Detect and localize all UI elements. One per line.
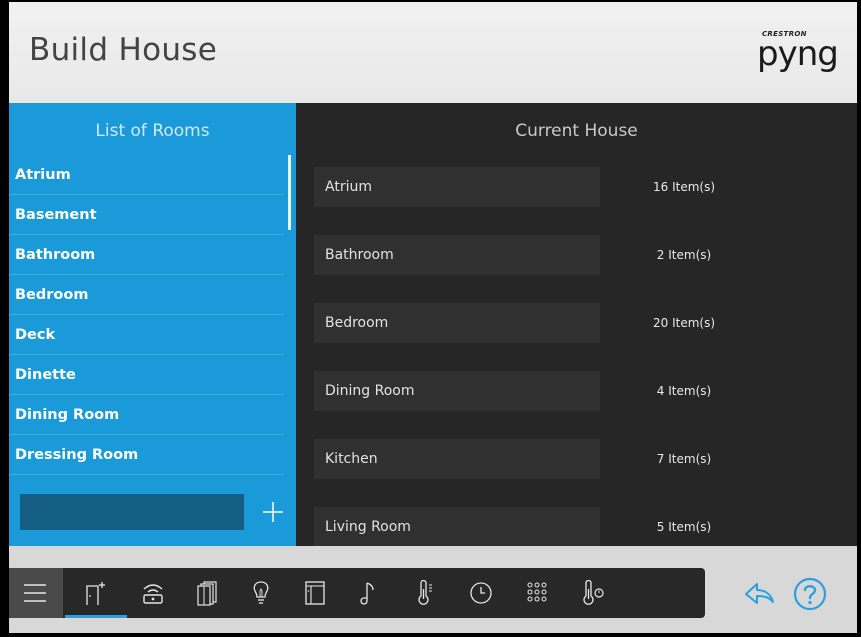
logo-word-text: pyng — [757, 34, 839, 74]
menu-button[interactable] — [9, 568, 63, 618]
back-button[interactable] — [743, 580, 775, 608]
thermometer-icon — [418, 580, 432, 605]
bottom-navigation-bar — [9, 546, 857, 633]
wireless-remote-icon — [143, 584, 163, 604]
room-list-item-dining-room[interactable]: Dining Room — [9, 395, 284, 435]
house-room-item-count: 7 Item(s) — [656, 452, 712, 466]
room-list-item-bathroom[interactable]: Bathroom — [9, 235, 284, 275]
house-room-row[interactable]: Bathroom 2 Item(s) — [314, 235, 857, 275]
help-button[interactable] — [792, 576, 828, 612]
house-room-item-count: 2 Item(s) — [656, 248, 712, 262]
device-frame: Build House CRESTRON pyng List of Rooms … — [0, 0, 861, 637]
clock-icon — [470, 582, 492, 604]
room-list-item-bedroom[interactable]: Bedroom — [9, 275, 284, 315]
house-room-row[interactable]: Bedroom 20 Item(s) — [314, 303, 857, 343]
house-room-name[interactable]: Bedroom — [314, 303, 600, 343]
plus-icon — [263, 502, 283, 522]
room-list-item-deck[interactable]: Deck — [9, 315, 284, 355]
rooms-panel-title: List of Rooms — [95, 121, 210, 141]
active-tab-indicator — [65, 615, 127, 618]
room-list-item-dinette[interactable]: Dinette — [9, 355, 284, 395]
house-panel-title: Current House — [515, 121, 638, 141]
house-room-item-count: 5 Item(s) — [656, 520, 712, 534]
door-icon — [305, 581, 325, 605]
house-room-item-count: 16 Item(s) — [652, 180, 715, 194]
header: Build House CRESTRON pyng — [9, 2, 857, 103]
main-toolbar — [9, 568, 705, 618]
build-house-icon — [86, 582, 105, 605]
shades-button[interactable] — [183, 568, 231, 618]
music-note-icon — [360, 582, 374, 605]
list-of-rooms-panel: List of Rooms Atrium Basement Bathroom B… — [9, 103, 296, 546]
add-room-button[interactable] — [257, 496, 289, 528]
house-room-row[interactable]: Living Room 5 Item(s) — [314, 507, 857, 546]
house-room-row[interactable]: Dining Room 4 Item(s) — [314, 371, 857, 411]
schedule-button[interactable] — [457, 568, 505, 618]
house-room-row[interactable]: Kitchen 7 Item(s) — [314, 439, 857, 479]
keypad-button[interactable] — [513, 568, 561, 618]
lighting-button[interactable] — [237, 568, 285, 618]
house-room-row[interactable]: Atrium 16 Item(s) — [314, 167, 857, 207]
remote-button[interactable] — [129, 568, 177, 618]
menu-icon — [24, 584, 46, 602]
house-room-name[interactable]: Living Room — [314, 507, 600, 546]
current-house-panel: Current House Atrium 16 Item(s) Bathroom… — [296, 103, 857, 546]
room-list-item-atrium[interactable]: Atrium — [9, 155, 284, 195]
room-list-item-basement[interactable]: Basement — [9, 195, 284, 235]
climate-button[interactable] — [401, 568, 449, 618]
room-list-scrollbar[interactable] — [288, 155, 291, 230]
house-room-name[interactable]: Kitchen — [314, 439, 600, 479]
house-room-item-count: 4 Item(s) — [656, 384, 712, 398]
music-button[interactable] — [345, 568, 393, 618]
touch-panel-screen: Build House CRESTRON pyng List of Rooms … — [9, 2, 857, 633]
house-room-name[interactable]: Dining Room — [314, 371, 600, 411]
build-house-button[interactable] — [71, 568, 119, 618]
lightbulb-icon — [253, 581, 269, 604]
keypad-icon — [527, 582, 547, 602]
room-list[interactable]: Atrium Basement Bathroom Bedroom Deck Di… — [9, 155, 284, 475]
shades-icon — [197, 581, 217, 606]
back-arrow-icon — [745, 583, 774, 604]
thermostat-button[interactable] — [569, 568, 617, 618]
house-room-name[interactable]: Bathroom — [314, 235, 600, 275]
door-button[interactable] — [291, 568, 339, 618]
page-title: Build House — [29, 32, 218, 68]
thermostat-icon — [583, 580, 604, 605]
house-room-item-count: 20 Item(s) — [652, 316, 715, 330]
room-list-item-dressing-room[interactable]: Dressing Room — [9, 435, 284, 475]
house-room-name[interactable]: Atrium — [314, 167, 600, 207]
new-room-name-input[interactable] — [20, 494, 244, 530]
crestron-pyng-logo: CRESTRON pyng — [757, 30, 847, 78]
help-icon — [793, 577, 827, 611]
